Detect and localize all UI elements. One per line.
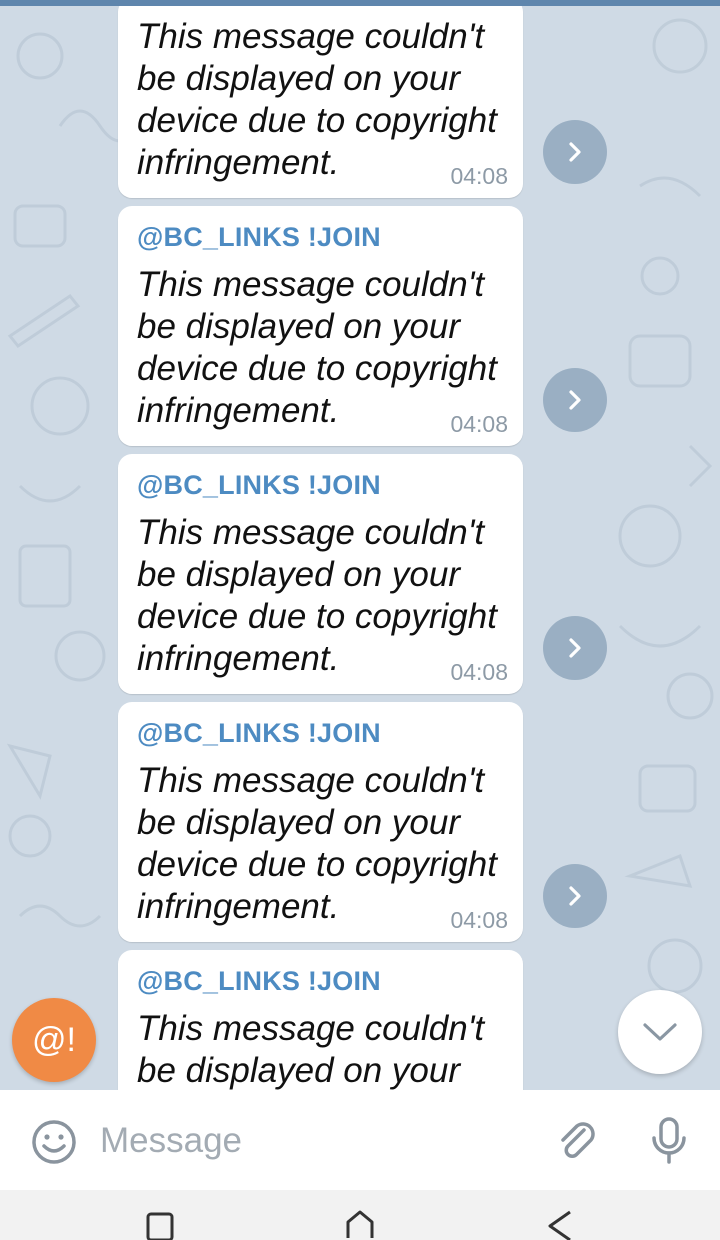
chevron-right-icon — [569, 142, 581, 162]
message-sender[interactable]: @BC_LINKS !JOIN — [137, 718, 381, 749]
recents-icon — [146, 1212, 174, 1240]
message-sender[interactable]: @BC_LINKS !JOIN — [137, 470, 381, 501]
message-bubble[interactable]: @BC_LINKS !JOIN This message couldn't be… — [118, 454, 523, 694]
message-text: This message couldn't be displayed on yo… — [137, 17, 497, 182]
scroll-down-button[interactable] — [618, 990, 702, 1074]
microphone-icon — [652, 1117, 686, 1164]
message-time: 04:08 — [450, 163, 508, 189]
recents-button[interactable] — [135, 1210, 185, 1240]
home-button[interactable] — [335, 1208, 385, 1240]
message-composer — [0, 1090, 720, 1190]
mention-button[interactable]: @! — [12, 998, 96, 1082]
message-sender[interactable]: @BC_LINKS !JOIN — [137, 966, 381, 997]
message-time: 04:08 — [450, 659, 508, 685]
message-time: 04:08 — [450, 411, 508, 437]
message-text: This message couldn't be displayed on yo… — [137, 265, 497, 430]
message-input[interactable] — [100, 1116, 520, 1166]
emoji-button[interactable] — [28, 1116, 80, 1168]
forward-button[interactable] — [543, 616, 607, 680]
message-time: 04:08 — [450, 907, 508, 933]
chevron-right-icon — [569, 390, 581, 410]
chevron-right-icon — [569, 886, 581, 906]
message-bubble[interactable]: This message couldn't be displayed on yo… — [118, 6, 523, 198]
paperclip-icon — [561, 1122, 595, 1158]
emoji-icon — [32, 1120, 76, 1164]
message-bubble[interactable]: @BC_LINKS !JOIN This message couldn't be… — [118, 702, 523, 942]
message-bubble[interactable]: @BC_LINKS !JOIN This message couldn't be… — [118, 950, 523, 1090]
chevron-down-icon — [643, 1023, 677, 1041]
message-sender[interactable]: @BC_LINKS !JOIN — [137, 222, 381, 253]
attach-button[interactable] — [550, 1114, 604, 1168]
chevron-right-icon — [569, 638, 581, 658]
message-text: This message couldn't be displayed on yo… — [137, 761, 497, 926]
forward-button[interactable] — [543, 864, 607, 928]
forward-button[interactable] — [543, 120, 607, 184]
system-navigation-bar — [0, 1190, 720, 1240]
forward-button[interactable] — [543, 368, 607, 432]
mic-button[interactable] — [642, 1114, 696, 1168]
message-text: This message couldn't be displayed on yo… — [137, 1009, 485, 1090]
message-text: This message couldn't be displayed on yo… — [137, 513, 497, 678]
home-icon — [346, 1210, 374, 1238]
back-icon — [548, 1210, 571, 1240]
chat-area[interactable]: This message couldn't be displayed on yo… — [0, 6, 720, 1090]
message-bubble[interactable]: @BC_LINKS !JOIN This message couldn't be… — [118, 206, 523, 446]
back-button[interactable] — [535, 1208, 585, 1240]
